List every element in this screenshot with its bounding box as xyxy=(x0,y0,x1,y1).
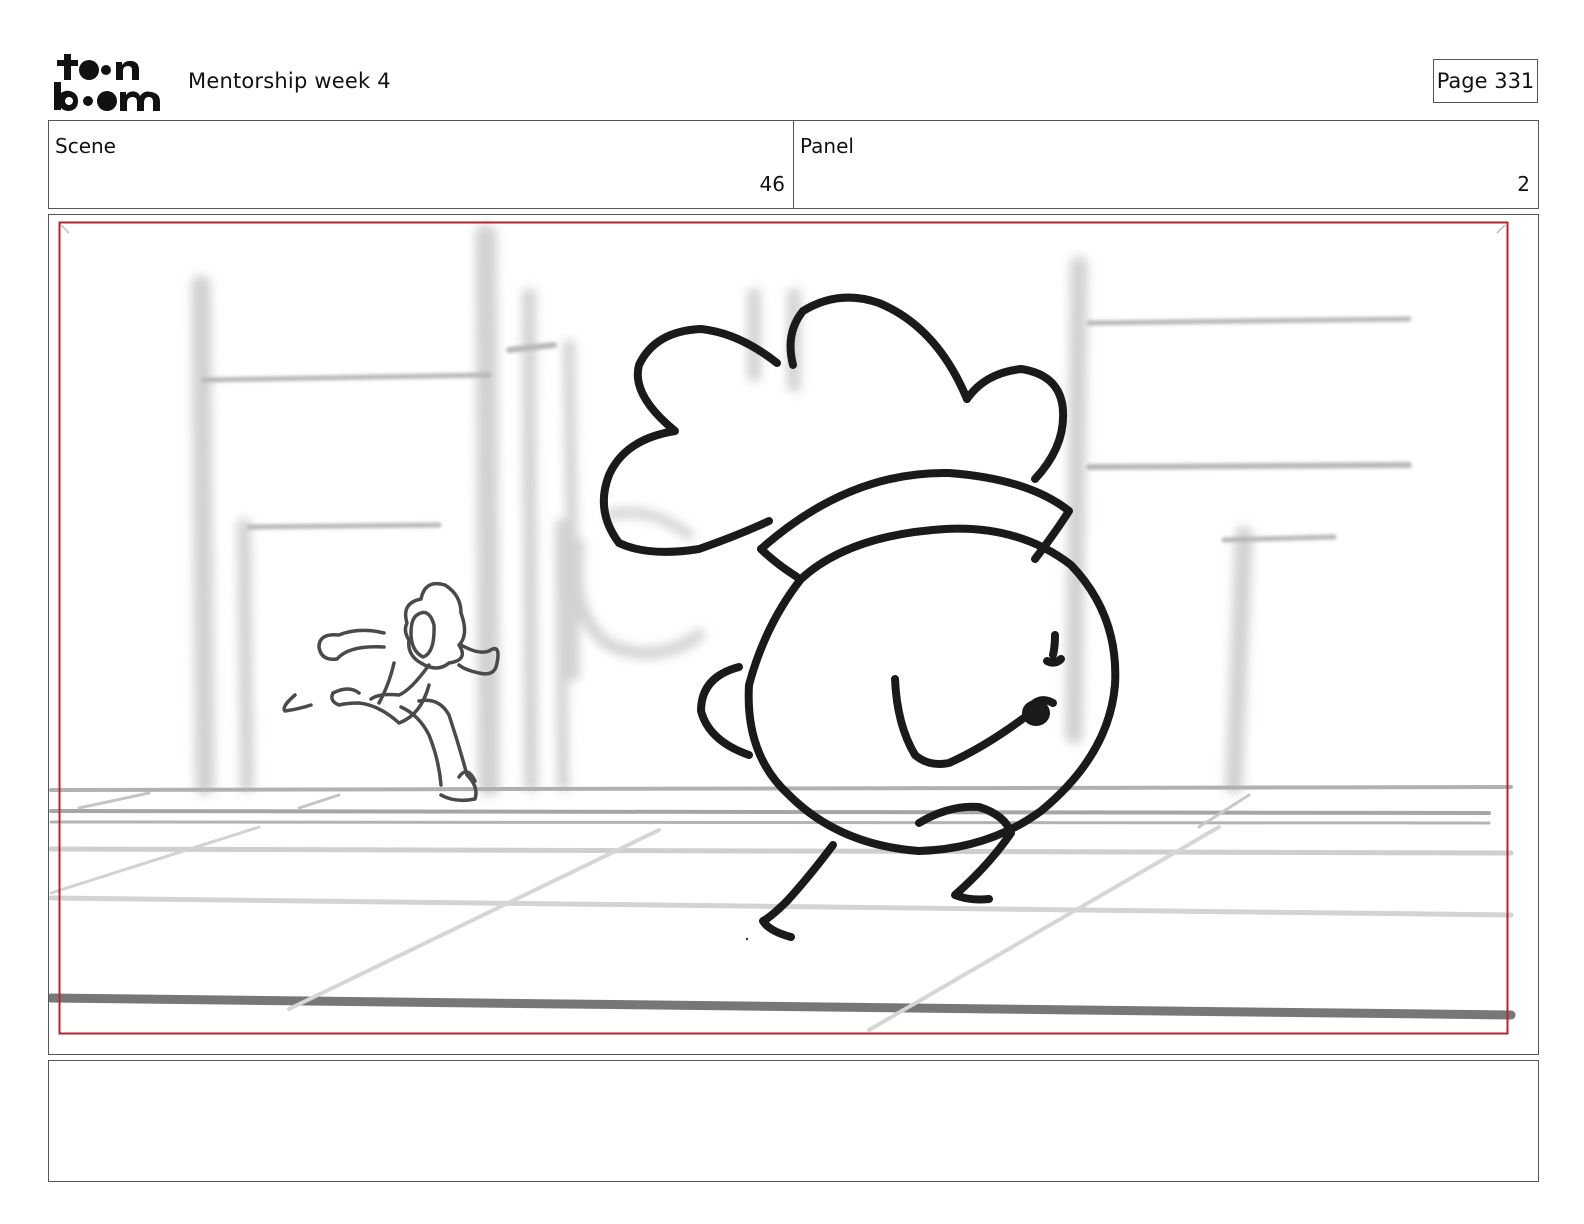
toon-boom-logo xyxy=(54,54,160,111)
panel-label: Panel xyxy=(800,134,854,158)
main-character xyxy=(599,293,1120,941)
scene-panel-info-row: Scene 46 Panel 2 xyxy=(48,120,1539,209)
scene-cell: Scene 46 xyxy=(49,121,793,208)
panel-notes-box[interactable] xyxy=(48,1060,1539,1182)
panel-sketch xyxy=(49,221,1516,1035)
character-nose-icon xyxy=(1022,700,1050,726)
scene-number: 46 xyxy=(759,172,785,196)
document-title: Mentorship week 4 xyxy=(188,69,391,93)
panel-cell: Panel 2 xyxy=(793,121,1538,208)
storyboard-panel xyxy=(48,214,1539,1055)
page-number: Page 331 xyxy=(1433,59,1538,103)
panel-number: 2 xyxy=(1517,172,1530,196)
scene-label: Scene xyxy=(55,134,116,158)
small-running-character xyxy=(282,581,500,803)
